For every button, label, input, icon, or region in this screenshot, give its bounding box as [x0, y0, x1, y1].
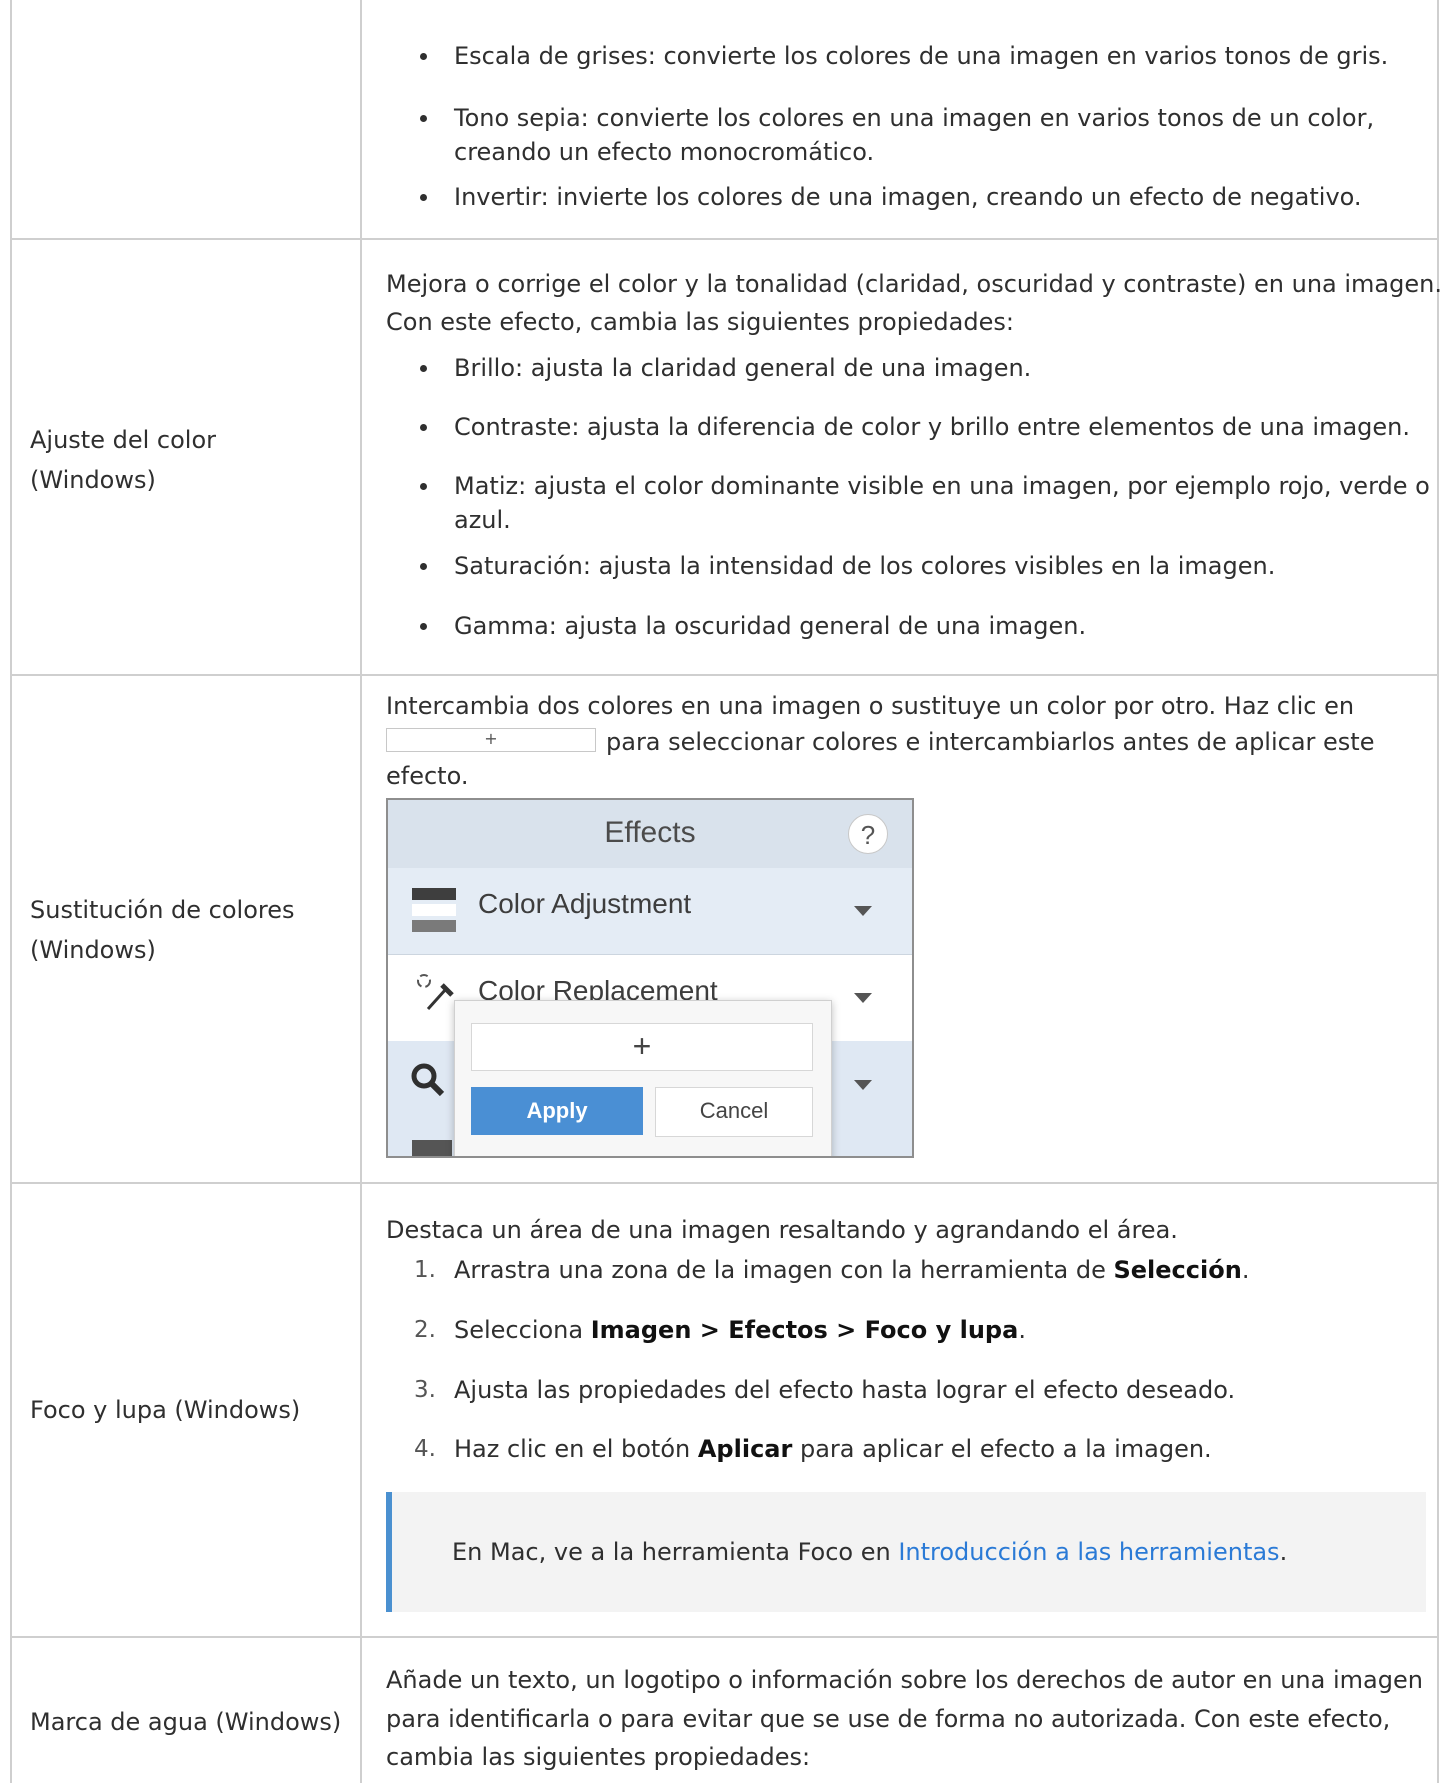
bullet	[420, 194, 427, 201]
bullet-text: Invertir: invierte los colores de una im…	[454, 183, 1362, 211]
row-text: Intercambia dos colores en una imagen o …	[386, 692, 1355, 720]
row-intro: Mejora o corrige el color y la tonalidad…	[386, 270, 1442, 298]
effects-panel-title: Effects	[604, 816, 696, 849]
row-label-line: (Windows)	[30, 466, 156, 494]
table-left-border	[10, 0, 12, 1783]
chevron-down-icon[interactable]	[854, 993, 872, 1003]
row-intro: Destaca un área de una imagen resaltando…	[386, 1216, 1178, 1244]
bullet-text: creando un efecto monocromático.	[454, 138, 875, 166]
bullet	[420, 365, 427, 372]
step-number: 2.	[414, 1317, 436, 1343]
row-text: para identificarla o para evitar que se …	[386, 1705, 1391, 1733]
bullet-text: Matiz: ajusta el color dominante visible…	[454, 472, 1430, 500]
row-label: Marca de agua (Windows)	[30, 1708, 342, 1736]
effects-panel-screenshot: Effects ? Color Adjustment Color Replace…	[386, 798, 914, 1158]
step-text: Haz clic en el botón Aplicar para aplica…	[454, 1435, 1212, 1463]
bullet-text: Saturación: ajusta la intensidad de los …	[454, 552, 1276, 580]
note-link[interactable]: Introducción a las herramientas	[898, 1538, 1279, 1566]
row-text: cambia las siguientes propiedades:	[386, 1743, 811, 1771]
effect-item-color-adjustment[interactable]: Color Adjustment	[388, 868, 912, 955]
row-text: Añade un texto, un logotipo o informació…	[386, 1666, 1423, 1694]
row-divider	[10, 1636, 1439, 1638]
bullet	[420, 115, 427, 122]
bullet	[420, 424, 427, 431]
bullet-text: Gamma: ajusta la oscuridad general de un…	[454, 612, 1087, 640]
note-callout: En Mac, ve a la herramienta Foco en Intr…	[386, 1492, 1426, 1612]
row-text: para seleccionar colores e intercambiarl…	[606, 728, 1375, 756]
row-label: Sustitución de colores (Windows)	[30, 890, 350, 970]
note-text: En Mac, ve a la herramienta Foco en Intr…	[452, 1538, 1288, 1566]
bullet	[420, 563, 427, 570]
apply-button[interactable]: Apply	[471, 1087, 643, 1135]
color-replacement-popup: + Apply Cancel	[454, 1000, 832, 1156]
effects-panel-header: Effects ?	[388, 800, 912, 869]
step-number: 1.	[414, 1257, 436, 1283]
inline-add-color-button[interactable]: +	[386, 728, 596, 752]
watermark-icon	[412, 1140, 452, 1156]
eyedropper-icon	[414, 971, 458, 1015]
chevron-down-icon[interactable]	[854, 906, 872, 916]
table-column-divider	[360, 0, 362, 1783]
row-label-line: Sustitución de colores	[30, 896, 295, 924]
chevron-down-icon[interactable]	[854, 1080, 872, 1090]
bullet	[420, 483, 427, 490]
add-color-button[interactable]: +	[471, 1023, 813, 1071]
help-icon[interactable]: ?	[848, 814, 888, 854]
bullet-text: Escala de grises: convierte los colores …	[454, 42, 1389, 70]
bullet-text: Brillo: ajusta la claridad general de un…	[454, 354, 1032, 382]
color-adjustment-icon	[412, 888, 456, 932]
row-divider	[10, 238, 1439, 240]
bullet	[420, 53, 427, 60]
row-label: Ajuste del color (Windows)	[30, 420, 350, 500]
row-label-line: (Windows)	[30, 936, 156, 964]
step-number: 3.	[414, 1377, 436, 1403]
row-divider	[10, 674, 1439, 676]
bullet	[420, 623, 427, 630]
bullet-text: azul.	[454, 506, 511, 534]
row-divider	[10, 1182, 1439, 1184]
bullet-text: Contraste: ajusta la diferencia de color…	[454, 413, 1410, 441]
row-intro: Con este efecto, cambia las siguientes p…	[386, 308, 1014, 336]
step-text: Selecciona Imagen > Efectos > Foco y lup…	[454, 1316, 1026, 1344]
cancel-button[interactable]: Cancel	[655, 1087, 813, 1137]
row-label-line: Ajuste del color	[30, 426, 216, 454]
row-text: efecto.	[386, 762, 469, 790]
step-text: Arrastra una zona de la imagen con la he…	[454, 1256, 1250, 1284]
step-text: Ajusta las propiedades del efecto hasta …	[454, 1376, 1236, 1404]
row-label: Foco y lupa (Windows)	[30, 1396, 301, 1424]
step-number: 4.	[414, 1436, 436, 1462]
effect-item-label: Color Adjustment	[478, 888, 692, 919]
magnifier-icon	[408, 1060, 448, 1100]
